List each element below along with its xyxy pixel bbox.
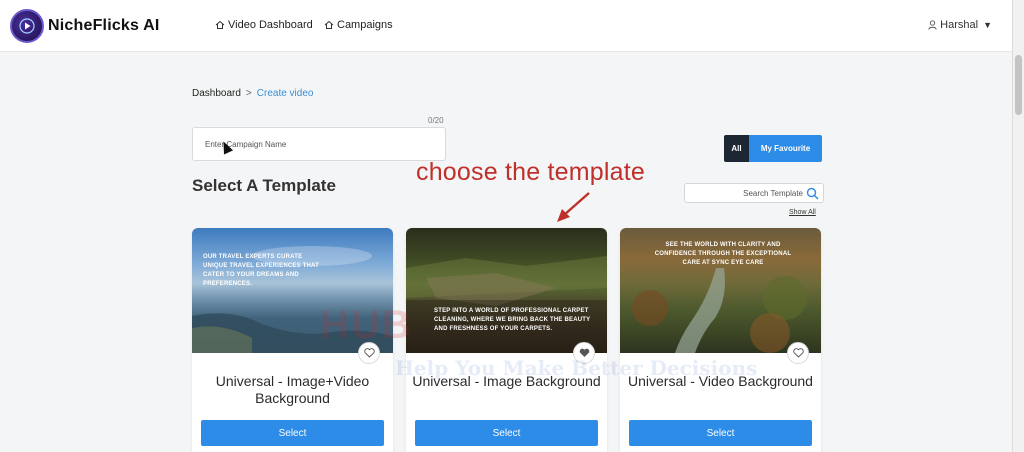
select-template-button[interactable]: Select	[629, 420, 812, 446]
breadcrumb-current: Create video	[256, 88, 314, 99]
nav-video-dashboard-label: Video Dashboard	[228, 19, 313, 31]
caret-down-icon: ▼	[983, 20, 992, 30]
template-thumbnail-text: See the world with clarity and confidenc…	[654, 242, 792, 266]
breadcrumb-dashboard[interactable]: Dashboard	[192, 88, 241, 99]
favourite-heart-button[interactable]	[787, 342, 809, 364]
brand-logo[interactable]: NicheFlicks AI	[10, 9, 160, 43]
watermark-logo: HUB	[320, 303, 413, 347]
breadcrumb-separator: >	[245, 88, 252, 99]
template-search-input[interactable]	[693, 186, 803, 201]
nav-campaigns-label: Campaigns	[337, 19, 393, 31]
filter-my-favourite-button[interactable]: My Favourite	[749, 135, 822, 162]
character-counter: 0/20	[428, 116, 444, 125]
breadcrumb: Dashboard > Create video	[192, 88, 313, 99]
filter-all-button[interactable]: All	[724, 135, 749, 162]
page-title: Select A Template	[192, 176, 336, 195]
watermark-tagline: Help You Make Better Decisions	[395, 356, 758, 380]
template-search	[684, 183, 824, 203]
select-template-button[interactable]: Select	[201, 420, 384, 446]
template-thumbnail[interactable]: See the world with clarity and confidenc…	[620, 228, 821, 353]
nav-campaigns[interactable]: Campaigns	[324, 19, 393, 31]
scrollbar[interactable]	[1012, 0, 1024, 452]
annotation-arrow-icon	[557, 192, 590, 222]
search-icon[interactable]	[806, 187, 819, 200]
heart-outline-icon	[792, 348, 804, 358]
select-template-button[interactable]: Select	[415, 420, 598, 446]
template-thumbnail-text: Step into a world of professional carpet…	[434, 308, 591, 332]
top-navbar: NicheFlicks AI Video Dashboard Campaigns…	[0, 0, 1012, 52]
template-card: See the world with clarity and confidenc…	[620, 228, 821, 452]
tutorial-annotation: choose the template	[416, 158, 645, 186]
brand-name: NicheFlicks AI	[48, 17, 160, 34]
show-all-link[interactable]: Show All	[789, 209, 816, 216]
template-thumbnail[interactable]: Step into a world of professional carpet…	[406, 228, 607, 353]
template-card: Step into a world of professional carpet…	[406, 228, 607, 452]
template-thumbnail-text: Our travel experts curate unique travel …	[203, 254, 320, 287]
template-name: Universal - Image+Video Background	[215, 373, 370, 406]
scrollbar-thumb[interactable]	[1015, 55, 1022, 115]
nav-video-dashboard[interactable]: Video Dashboard	[215, 19, 313, 31]
user-icon	[928, 20, 937, 30]
heart-outline-icon	[363, 348, 375, 358]
user-name: Harshal	[940, 19, 979, 31]
user-menu[interactable]: Harshal ▼	[928, 19, 992, 31]
home-icon	[215, 20, 225, 29]
home-icon	[324, 20, 334, 29]
play-logo-icon	[10, 9, 44, 43]
